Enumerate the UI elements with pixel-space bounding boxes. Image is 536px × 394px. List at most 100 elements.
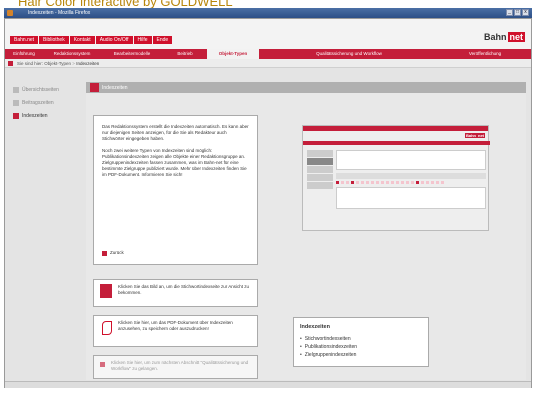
preview-letter xyxy=(341,181,344,184)
info-paragraph: Noch zwei weitere Typen von Indexzeiten … xyxy=(102,148,247,177)
preview-letter xyxy=(371,181,374,184)
preview-sidebar-item xyxy=(307,158,333,165)
minimize-button[interactable]: _ xyxy=(506,9,513,16)
preview-letter xyxy=(441,181,444,184)
preview-sidebar-item xyxy=(307,174,333,181)
nav-objekt-typen[interactable]: Objekt-Typen xyxy=(207,49,259,59)
infobox-title: Indexzeiten xyxy=(300,324,330,330)
preview-letter xyxy=(416,181,419,184)
nav-beitrieb[interactable]: Beitrieb xyxy=(163,49,207,59)
preview-letter xyxy=(396,181,399,184)
preview-nav xyxy=(303,141,490,145)
tab-hilfe[interactable]: Hilfe xyxy=(133,36,152,44)
preview-box xyxy=(336,150,486,170)
tab-ende[interactable]: Ende xyxy=(152,36,173,44)
preview-letter xyxy=(381,181,384,184)
preview-alphabet-bar xyxy=(336,181,486,184)
breadcrumb-link[interactable]: Objekt-Typen xyxy=(44,61,71,66)
preview-letter xyxy=(336,181,339,184)
nav-redaktionssystem[interactable]: Redaktionssystem xyxy=(43,49,101,59)
cta-text: Klicken Sie hier, um zum nächsten Abschn… xyxy=(111,360,249,371)
top-tabs: Bahn.net Bibliothek Kontakt Audio On/Off… xyxy=(10,36,173,44)
preview-letter xyxy=(411,181,414,184)
window-controls: _ □ x xyxy=(506,9,529,16)
sidebar-item-label: Indexzeiten xyxy=(22,112,48,119)
list-item: Zielgruppenindexzeiten xyxy=(300,352,422,358)
preview-letter xyxy=(431,181,434,184)
keyword-index-link[interactable]: Klicken Sie das Bild an, um die Stichwor… xyxy=(93,279,258,307)
tab-kontakt[interactable]: Kontakt xyxy=(69,36,95,44)
preview-logo: Bahn net xyxy=(465,133,485,138)
logo-net: net xyxy=(507,32,525,42)
preview-letter xyxy=(401,181,404,184)
status-bar xyxy=(5,381,531,388)
content-title: Indexzeiten xyxy=(102,85,128,91)
browser-window: Bahn.net Bibliothek Kontakt Audio On/Off… xyxy=(4,18,532,388)
home-icon xyxy=(8,61,13,66)
tab-bibliothek[interactable]: Bibliothek xyxy=(39,36,69,44)
nav-einfuehrung[interactable]: Einführung xyxy=(5,49,43,59)
sidebar: Übersichtsseiten Beitragszeiten Indexzei… xyxy=(13,83,83,122)
index-types-list: Stichwortindexseiten Publikationsindexze… xyxy=(300,336,422,358)
window-titlebar: Indexzeiten - Mozilla Firefox _ □ x xyxy=(4,8,532,18)
back-label: Zurück xyxy=(110,250,124,255)
main-nav: Einführung Redaktionssystem Bearbeitermo… xyxy=(5,49,531,59)
preview-topbar xyxy=(303,126,488,131)
sidebar-item-beitragszeiten[interactable]: Beitragszeiten xyxy=(13,96,83,109)
tab-bahnnet[interactable]: Bahn.net xyxy=(10,36,39,44)
section-icon xyxy=(90,83,99,92)
pdf-download-link[interactable]: Klicken Sie hier, um das PDF-Dokument üb… xyxy=(93,315,258,347)
preview-letter xyxy=(421,181,424,184)
mouse-click-icon xyxy=(100,284,112,298)
preview-letter xyxy=(351,181,354,184)
pdf-icon xyxy=(100,320,112,335)
preview-letter xyxy=(361,181,364,184)
sidebar-item-indexzeiten[interactable]: Indexzeiten xyxy=(13,109,83,122)
preview-letter xyxy=(356,181,359,184)
preview-letter xyxy=(376,181,379,184)
preview-logo-net: net xyxy=(477,133,485,138)
info-text-box: Das Redaktionssystem erstellt die Indexz… xyxy=(93,115,258,265)
close-button[interactable]: x xyxy=(522,9,529,16)
site-header: Bahn.net Bibliothek Kontakt Audio On/Off… xyxy=(5,19,531,49)
preview-sidebar-item xyxy=(307,182,333,189)
next-arrow-icon xyxy=(100,362,105,367)
preview-row xyxy=(336,173,486,179)
content-area: Das Redaktionssystem erstellt die Indexz… xyxy=(86,93,526,380)
cta-text: Klicken Sie das Bild an, um die Stichwor… xyxy=(118,284,250,295)
nav-bearbeitermodelle[interactable]: Bearbeitermodelle xyxy=(101,49,163,59)
breadcrumb-prefix: Sie sind hier: xyxy=(17,61,44,66)
tab-audio[interactable]: Audio On/Off xyxy=(95,36,133,44)
preview-letter xyxy=(406,181,409,184)
index-page-preview-image[interactable]: Bahn net xyxy=(302,125,490,231)
maximize-button[interactable]: □ xyxy=(514,9,521,16)
index-types-box: Indexzeiten Stichwortindexseiten Publika… xyxy=(293,317,429,367)
firefox-icon xyxy=(7,10,13,16)
sidebar-item-uebersichtsseiten[interactable]: Übersichtsseiten xyxy=(13,83,83,96)
list-item: Publikationsindexzeiten xyxy=(300,344,422,350)
preview-sidebar xyxy=(307,150,333,190)
sidebar-arrow-icon xyxy=(13,99,19,106)
window-title: Indexzeiten - Mozilla Firefox xyxy=(28,10,91,16)
next-section-link[interactable]: Klicken Sie hier, um zum nächsten Abschn… xyxy=(93,355,258,379)
breadcrumb-current: Indexzeiten xyxy=(76,61,100,66)
preview-letter xyxy=(386,181,389,184)
sidebar-item-label: Beitragszeiten xyxy=(22,99,54,106)
nav-qualitaetssicherung[interactable]: Qualitätssicherung und Workflow xyxy=(259,49,439,59)
nav-veroeffentlichung[interactable]: Veröffentlichung xyxy=(439,49,531,59)
preview-box xyxy=(336,187,486,209)
preview-main xyxy=(336,150,486,228)
logo-text: Bahn xyxy=(484,32,507,42)
sidebar-arrow-icon xyxy=(13,86,19,93)
info-paragraph: Das Redaktionssystem erstellt die Indexz… xyxy=(102,124,249,141)
preview-sidebar-item xyxy=(307,150,333,157)
preview-letter xyxy=(436,181,439,184)
breadcrumb: Sie sind hier: Objekt-Typen > Indexzeite… xyxy=(5,59,531,68)
sidebar-arrow-icon xyxy=(13,112,19,119)
preview-letter xyxy=(346,181,349,184)
content-header: Indexzeiten xyxy=(86,82,526,93)
preview-logo-text: Bahn xyxy=(465,133,477,138)
bahnnet-logo: Bahn net xyxy=(484,32,525,42)
back-link[interactable]: Zurück xyxy=(102,250,124,256)
back-arrow-icon xyxy=(102,250,107,256)
